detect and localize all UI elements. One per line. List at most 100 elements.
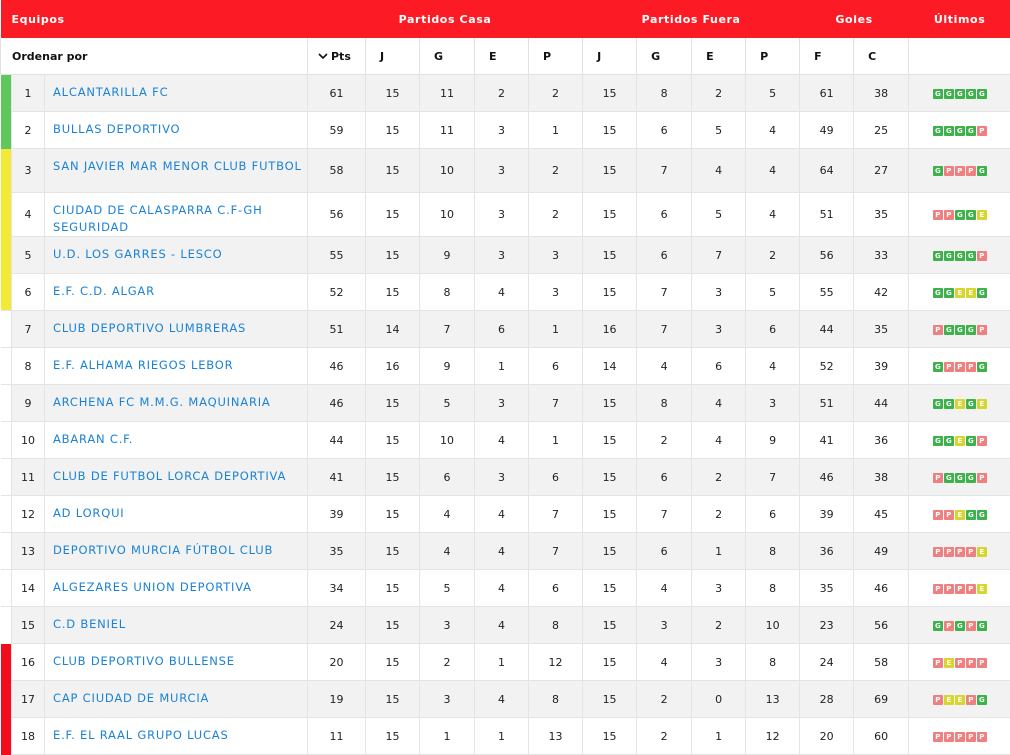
goals-against: 56: [853, 606, 909, 644]
sort-goals-against[interactable]: C: [853, 38, 910, 75]
result-badge: G: [965, 125, 976, 136]
team-cell: CAP CIUDAD DE MURCIA: [44, 680, 308, 718]
points: 46: [307, 384, 366, 422]
home-lost: 12: [527, 643, 583, 681]
team-link[interactable]: CAP CIUDAD DE MURCIA: [53, 691, 209, 705]
away-lost: 6: [745, 495, 800, 533]
table-row: 3 SAN JAVIER MAR MENOR CLUB FUTBOL 58 15 10 3…: [0, 148, 1010, 193]
result-badge: P: [965, 361, 976, 372]
result-badge: E: [954, 435, 965, 446]
goals-for: 56: [799, 236, 854, 274]
away-lost: 9: [745, 421, 800, 459]
team-cell: C.D BENIEL: [44, 606, 308, 644]
away-drawn: 2: [691, 606, 746, 644]
team-cell: ABARAN C.F.: [44, 421, 308, 459]
last-results: PEEPG: [908, 680, 1010, 718]
standings-table: Equipos Partidos Casa Partidos Fuera Gol…: [0, 0, 1010, 755]
result-badge: E: [976, 583, 987, 594]
away-played: 15: [582, 495, 637, 533]
sort-home-j[interactable]: J: [365, 38, 420, 75]
team-cell: ARCHENA FC M.M.G. MAQUINARIA: [44, 384, 308, 422]
home-drawn: 3: [474, 111, 529, 149]
table-row: 12 AD LORQUI 39 15 4 4 7 15 7 2 6 39 45 P P E G G: [0, 495, 1010, 533]
result-badge: G: [976, 620, 987, 631]
team-link[interactable]: ARCHENA FC M.M.G. MAQUINARIA: [53, 395, 271, 409]
team-link[interactable]: CIUDAD DE CALASPARRA C.F-GH SEGURIDAD: [53, 203, 263, 234]
points: 24: [307, 606, 366, 644]
home-won: 10: [419, 421, 475, 459]
result-badge: G: [954, 250, 965, 261]
home-won: 11: [419, 111, 475, 149]
team-link[interactable]: ALCANTARILLA FC: [53, 85, 168, 99]
results-strip: PPGGE: [932, 210, 987, 220]
standings-body: 1 ALCANTARILLA FC 61 15 11 2 2 15 8 2 5 61 38 G G G G G 2 B…: [0, 74, 1010, 755]
zone-indicator: [0, 148, 12, 193]
team-link[interactable]: U.D. LOS GARRES - LESCO: [53, 247, 222, 261]
result-badge: G: [943, 435, 954, 446]
result-badge: P: [932, 731, 943, 742]
header-home-matches: Partidos Casa: [307, 0, 583, 38]
goals-against: 25: [853, 111, 909, 149]
goals-against: 60: [853, 717, 909, 755]
team-link[interactable]: ABARAN C.F.: [53, 432, 133, 446]
home-lost: 7: [527, 495, 583, 533]
table-row: 16 CLUB DEPORTIVO BULLENSE 20 15 2 1 12 15 4 3 8 24…: [0, 643, 1010, 681]
position: 5: [11, 236, 45, 274]
away-won: 6: [636, 458, 692, 496]
away-won: 4: [636, 347, 692, 385]
last-results: PPGGE: [908, 192, 1010, 237]
results-strip: GGEGP: [932, 435, 987, 446]
team-link[interactable]: E.F. C.D. ALGAR: [53, 284, 155, 298]
team-link[interactable]: E.F. ALHAMA RIEGOS LEBOR: [53, 358, 233, 372]
zone-indicator: [0, 458, 12, 496]
sort-home-g[interactable]: G: [419, 38, 475, 75]
team-link[interactable]: ALGEZARES UNION DEPORTIVA: [53, 580, 252, 594]
result-badge: G: [943, 398, 954, 409]
team-link[interactable]: CLUB DEPORTIVO BULLENSE: [53, 654, 235, 668]
table-row: 15 C.D BENIEL 24 15 3 4 8 15 3 2 10 23 56 G P G P G: [0, 606, 1010, 644]
sort-away-j[interactable]: J: [582, 38, 638, 75]
points: 20: [307, 643, 366, 681]
sort-home-e[interactable]: E: [474, 38, 529, 75]
goals-for: 28: [799, 680, 854, 718]
table-row: 6 E.F. C.D. ALGAR 52 15 8 4 3 15 7 3 5 55 42 G G E E G: [0, 273, 1010, 311]
position: 1: [11, 74, 45, 112]
away-won: 7: [636, 148, 692, 193]
team-link[interactable]: AD LORQUI: [53, 506, 124, 520]
result-badge: G: [965, 509, 976, 520]
sort-pts-label: Pts: [331, 49, 351, 63]
last-results: PEPPP: [908, 643, 1010, 681]
last-results: PGGGP: [908, 458, 1010, 496]
team-link[interactable]: CLUB DE FUTBOL LORCA DEPORTIVA: [53, 469, 286, 483]
team-link[interactable]: SAN JAVIER MAR MENOR CLUB FUTBOL: [53, 159, 302, 173]
zone-indicator: [0, 532, 12, 570]
team-link[interactable]: CLUB DEPORTIVO LUMBRERAS: [53, 321, 246, 335]
away-lost: 8: [745, 643, 800, 681]
position: 10: [11, 421, 45, 459]
home-lost: 7: [527, 532, 583, 570]
result-badge: P: [976, 435, 987, 446]
table-row: 13 DEPORTIVO MURCIA FÚTBOL CLUB 35 15 4 4 7 15 6…: [0, 532, 1010, 570]
table-row: 1 ALCANTARILLA FC 61 15 11 2 2 15 8 2 5 61 38 G G G G G: [0, 74, 1010, 112]
result-badge: P: [932, 210, 943, 220]
sort-goals-for[interactable]: F: [799, 38, 855, 75]
sort-away-e[interactable]: E: [691, 38, 747, 75]
last-results: PPPPP: [908, 717, 1010, 755]
team-link[interactable]: E.F. EL RAAL GRUPO LUCAS: [53, 728, 229, 742]
sort-home-p[interactable]: P: [527, 38, 584, 75]
header-teams: Equipos: [0, 0, 308, 38]
team-link[interactable]: BULLAS DEPORTIVO: [53, 122, 180, 136]
team-link[interactable]: C.D BENIEL: [53, 617, 126, 631]
result-badge: P: [954, 731, 965, 742]
home-won: 5: [419, 384, 475, 422]
team-link[interactable]: DEPORTIVO MURCIA FÚTBOL CLUB: [53, 543, 273, 557]
sort-pts-button[interactable]: Pts: [307, 38, 366, 75]
last-results: GPGPG: [908, 606, 1010, 644]
table-row: 10 ABARAN C.F. 44 15 10 4 1 15 2 4 9 41 36 G G E G P: [0, 421, 1010, 459]
sort-away-p[interactable]: P: [745, 38, 801, 75]
result-badge: E: [954, 398, 965, 409]
results-strip: PEEPG: [932, 694, 987, 705]
away-won: 8: [636, 74, 692, 112]
home-won: 6: [419, 458, 475, 496]
sort-away-g[interactable]: G: [636, 38, 693, 75]
